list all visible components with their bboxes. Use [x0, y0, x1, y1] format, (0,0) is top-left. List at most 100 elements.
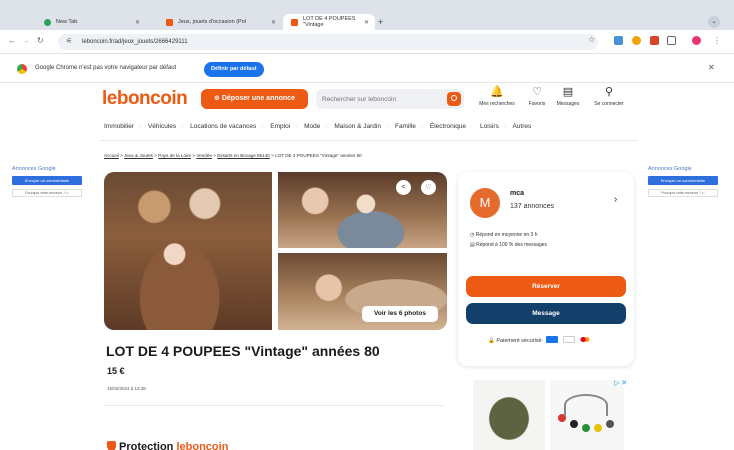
ad-keychain-image[interactable] [550, 380, 624, 450]
new-tab-button[interactable]: + [378, 17, 383, 27]
nav-category-loisirs[interactable]: Loisirs [480, 123, 499, 130]
set-default-button[interactable]: Définir par défaut [204, 62, 264, 77]
breadcrumb-link[interactable]: Accueil [104, 153, 119, 158]
browser-menu-icon[interactable]: ⋮ [713, 36, 721, 45]
close-infobar-icon[interactable]: ✕ [708, 63, 715, 72]
message-icon: ▤ [562, 86, 574, 98]
tab-search-button[interactable]: ⌄ [708, 16, 720, 28]
reserve-button[interactable]: Réserver [466, 276, 626, 297]
nav-category-locations[interactable]: Locations de vacances [190, 123, 256, 130]
tab-label: LOT DE 4 POUPEES "Vintage [303, 16, 356, 28]
nav-category-famille[interactable]: Famille [395, 123, 416, 130]
extensions-puzzle-icon[interactable] [667, 36, 676, 45]
response-rate-text: Répond à 100 % des messages [476, 242, 548, 248]
protection-prefix: Protection [119, 441, 174, 450]
leboncoin-logo[interactable]: leboncoin [102, 88, 188, 110]
messages-link[interactable]: ▤ Messages [546, 86, 590, 107]
my-searches-link[interactable]: 🔔 Mes recherches [475, 86, 519, 107]
close-tab-icon[interactable]: ✕ [271, 19, 276, 26]
seller-ads-count: 137 annonces [510, 203, 554, 210]
right-google-ad: Annonces Google Envoyer un commentaire P… [648, 166, 718, 197]
seller-avatar[interactable]: M [470, 188, 500, 218]
tab-listing[interactable]: LOT DE 4 POUPEES "Vintage ✕ [283, 14, 375, 30]
address-bar-row: ← → ↻ ⚟ leboncoin.fr/ad/jeux_jouets/2666… [0, 30, 734, 54]
ad-label: Annonces Google [12, 166, 56, 172]
ad-choices-icon[interactable]: ▷ ✕ [614, 379, 627, 387]
display-ad[interactable]: ▷ ✕ [466, 376, 630, 450]
deposit-ad-button[interactable]: ⊕ Déposer une annonce [201, 89, 308, 109]
default-browser-infobar: Google Chrome n'est pas votre navigateur… [0, 56, 734, 83]
nav-category-maison[interactable]: Maison & Jardin [334, 123, 381, 130]
tab-jeux-jouets[interactable]: Jeux, jouets d'occasion (Pol ✕ [158, 14, 282, 30]
see-all-photos-button[interactable]: Voir les 6 photos [362, 306, 438, 322]
message-button[interactable]: Message [466, 303, 626, 324]
nav-category-autres[interactable]: Autres [512, 123, 531, 130]
url-text: leboncoin.fr/ad/jeux_jouets/2666429111 [82, 39, 188, 45]
shield-icon [107, 441, 116, 450]
breadcrumb-link[interactable]: Jeux & Jouets [124, 153, 153, 158]
favorite-heart-icon[interactable]: ♡ [421, 180, 436, 195]
keychain-green [582, 424, 590, 432]
tab-favicon [44, 18, 51, 26]
site-info-icon[interactable]: ⚟ [66, 34, 72, 50]
ad-label: Annonces Google [648, 166, 692, 172]
protection-brand: leboncoin [176, 441, 229, 450]
bell-icon: 🔔 [490, 86, 504, 98]
lock-icon: 🔒 [488, 338, 495, 344]
response-time-text: Répond en moyenne en 3 h [475, 232, 538, 238]
keychain-black [570, 420, 578, 428]
protection-heading: Protection leboncoin [107, 441, 228, 450]
nav-category-electronique[interactable]: Électronique [430, 123, 466, 130]
main-photo[interactable] [104, 172, 272, 330]
share-icon[interactable]: < [396, 180, 411, 195]
ad-why-link[interactable]: Pourquoi cette annonce ? ▷ [12, 189, 82, 197]
nav-category-vehicules[interactable]: Véhicules [148, 123, 176, 130]
search-icon[interactable] [447, 92, 461, 106]
close-tab-icon[interactable]: ✕ [135, 19, 140, 26]
tab-new-tab[interactable]: New Tab ✕ [36, 14, 146, 30]
tab-strip: New Tab ✕ Jeux, jouets d'occasion (Pol ✕… [0, 0, 734, 30]
reload-icon[interactable]: ↻ [37, 36, 44, 45]
breadcrumb-link[interactable]: Pays de la Loire [158, 153, 191, 158]
profile-avatar-icon[interactable] [692, 36, 701, 45]
nav-category-mode[interactable]: Mode [304, 123, 320, 130]
breadcrumb-current: LOT DE 4 POUPEES "Vintage" années 80 [275, 153, 362, 158]
ad-why-link[interactable]: Pourquoi cette annonce ? ▷ [648, 189, 718, 197]
seller-card: M mca 137 annonces › ◷ Répond en moyenne… [458, 172, 634, 366]
login-link[interactable]: ⚲ Se connecter [587, 86, 631, 107]
nav-category-emploi[interactable]: Emploi [270, 123, 290, 130]
close-tab-icon[interactable]: ✕ [364, 19, 369, 26]
nav-category-immobilier[interactable]: Immobilier [104, 123, 134, 130]
breadcrumb-link[interactable]: Essarts en Bocage 85140 [217, 153, 270, 158]
header-link-label: Mes recherches [479, 101, 515, 107]
listing-title: LOT DE 4 POUPEES "Vintage" années 80 [106, 343, 380, 359]
search-input[interactable] [322, 93, 442, 105]
listing-divider [104, 405, 444, 406]
chevron-right-icon[interactable]: › [614, 194, 617, 205]
header-link-label: Se connecter [594, 101, 624, 107]
extension-shield-icon[interactable] [614, 36, 623, 45]
tab-label: New Tab [56, 19, 78, 25]
cb-card-icon [546, 336, 559, 343]
ad-jacket-image[interactable] [473, 380, 545, 450]
user-icon: ⚲ [604, 86, 614, 98]
url-field[interactable]: ⚟ leboncoin.fr/ad/jeux_jouets/2666429111 [58, 34, 598, 50]
search-bar [316, 89, 464, 109]
breadcrumb-link[interactable]: Vendée [196, 153, 212, 158]
bookmark-star-icon[interactable]: ☆ [588, 35, 595, 44]
extension-orange-icon[interactable] [632, 36, 641, 45]
forward-icon[interactable]: → [22, 36, 30, 45]
extension-red-icon[interactable] [650, 36, 659, 45]
category-nav: Immobilier · Véhicules · Locations de vaca… [104, 123, 532, 130]
tab-favicon [166, 18, 173, 26]
seller-name[interactable]: mca [510, 190, 524, 197]
ad-feedback-button[interactable]: Envoyer un commentaire [12, 176, 82, 185]
back-icon[interactable]: ← [8, 36, 16, 45]
ad-feedback-button[interactable]: Envoyer un commentaire [648, 176, 718, 185]
keychain-grey [606, 420, 614, 428]
chrome-logo-icon [17, 64, 27, 74]
secure-payment-label: Paiement sécurisé [496, 338, 542, 344]
secure-payment: 🔒 Paiement sécurisé [488, 336, 592, 344]
key-ring [564, 394, 608, 416]
tab-favicon [291, 18, 298, 26]
